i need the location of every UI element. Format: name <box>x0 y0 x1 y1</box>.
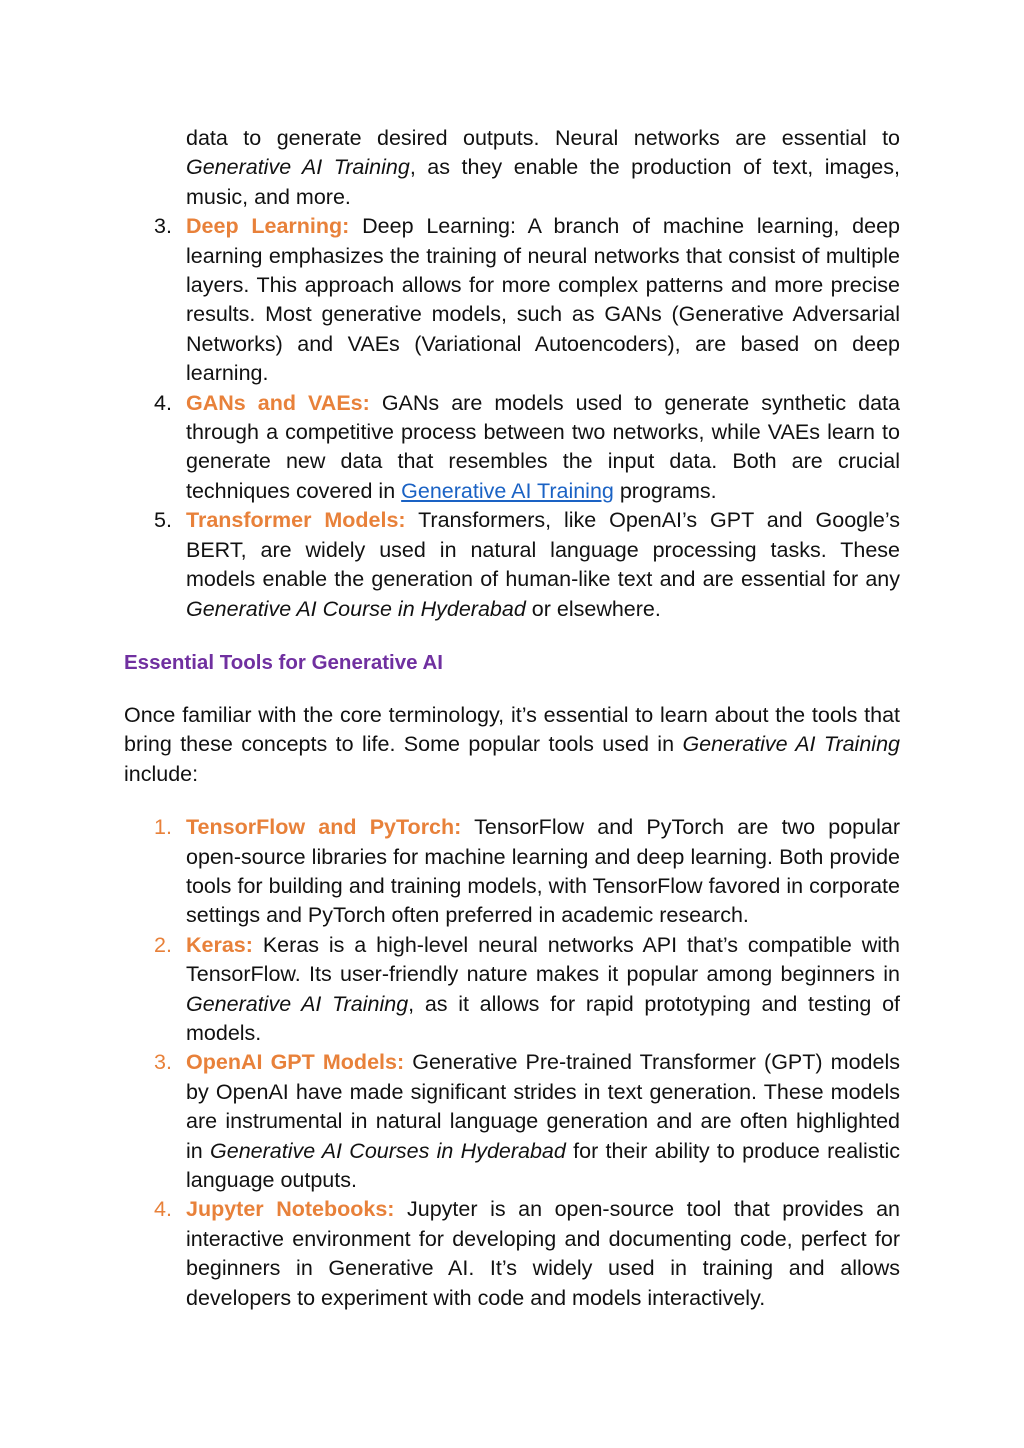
term-label: Deep Learning: <box>186 214 350 239</box>
list-number: 1. <box>154 815 172 840</box>
section-intro-paragraph: Once familiar with the core terminology,… <box>124 701 900 789</box>
list-item-gans-vaes: 4. GANs and VAEs: GANs are models used t… <box>124 389 900 507</box>
term-body: Keras is a high-level neural networks AP… <box>186 932 900 987</box>
document-page: data to generate desired outputs. Neural… <box>124 124 900 1313</box>
italic-text: Generative AI Courses in Hyderabad <box>210 1138 566 1163</box>
term-body-after: programs. <box>613 478 717 503</box>
list-item-continuation: data to generate desired outputs. Neural… <box>186 124 900 212</box>
terminology-list: 3. Deep Learning: Deep Learning: A branc… <box>124 212 900 624</box>
list-number: 4. <box>154 1197 172 1222</box>
term-label: Transformer Models: <box>186 508 406 533</box>
section-heading: Essential Tools for Generative AI <box>124 650 443 674</box>
term-body-after: or elsewhere. <box>525 596 661 621</box>
term-body: Deep Learning: A branch of machine learn… <box>186 214 900 386</box>
list-number: 3. <box>154 214 172 239</box>
list-item-keras: 2. Keras: Keras is a high-level neural n… <box>124 931 900 1049</box>
body-text: include: <box>124 761 199 786</box>
italic-text: Generative AI Training <box>682 732 900 757</box>
term-label: TensorFlow and PyTorch: <box>186 815 462 840</box>
generative-ai-training-link[interactable]: Generative AI Training <box>401 479 614 503</box>
tools-list: 1. TensorFlow and PyTorch: TensorFlow an… <box>124 813 900 1313</box>
list-number: 3. <box>154 1050 172 1075</box>
list-item-openai-gpt: 3. OpenAI GPT Models: Generative Pre-tra… <box>124 1048 900 1195</box>
list-item-jupyter: 4. Jupyter Notebooks: Jupyter is an open… <box>124 1195 900 1313</box>
list-item-transformer-models: 5. Transformer Models: Transformers, lik… <box>124 506 900 624</box>
italic-text: Generative AI Course in Hyderabad <box>186 596 526 621</box>
list-number: 4. <box>154 390 172 415</box>
list-item-deep-learning: 3. Deep Learning: Deep Learning: A branc… <box>124 212 900 388</box>
list-item-tensorflow-pytorch: 1. TensorFlow and PyTorch: TensorFlow an… <box>124 813 900 931</box>
list-number: 5. <box>154 508 172 533</box>
term-label: OpenAI GPT Models: <box>186 1050 405 1075</box>
term-label: Jupyter Notebooks: <box>186 1197 395 1222</box>
body-text: data to generate desired outputs. Neural… <box>186 126 900 150</box>
italic-text: Generative AI Training <box>186 991 409 1016</box>
list-number: 2. <box>154 932 172 957</box>
italic-text: Generative AI Training <box>186 155 410 180</box>
term-label: GANs and VAEs: <box>186 390 370 415</box>
term-label: Keras: <box>186 932 253 957</box>
